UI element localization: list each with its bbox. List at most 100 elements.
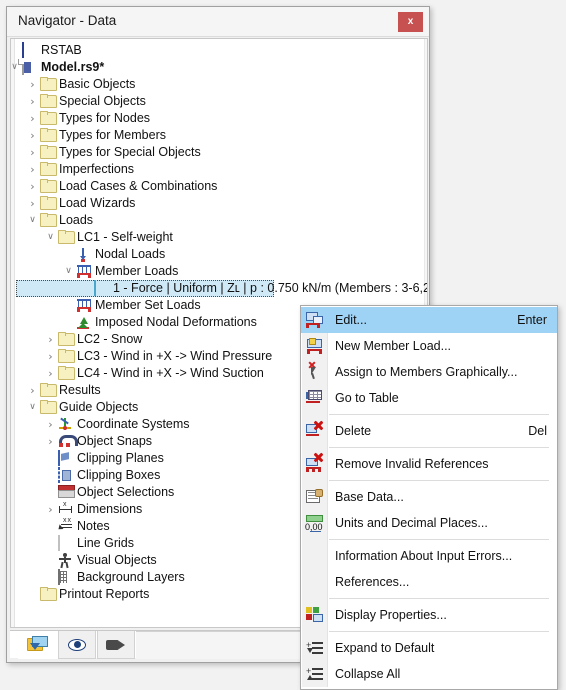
tree-item-label: LC3 - Wind in +X -> Wind Pressure: [77, 349, 273, 363]
menu-item-label: Assign to Members Graphically...: [335, 365, 518, 379]
go-to-table-icon: [305, 389, 324, 407]
menu-separator: [329, 598, 549, 599]
menu-item[interactable]: New Member Load...: [301, 333, 557, 359]
chevron-right-icon[interactable]: ›: [26, 382, 39, 399]
menu-item[interactable]: Display Properties...: [301, 602, 557, 628]
chevron-right-icon[interactable]: ›: [26, 93, 39, 110]
tree-item-label: Line Grids: [77, 536, 134, 550]
folder-icon: [40, 400, 56, 416]
tree-item[interactable]: › Types for Members: [16, 127, 423, 144]
tree-item-label: Nodal Loads: [95, 247, 166, 261]
tree-item-label: Guide Objects: [59, 400, 139, 414]
menu-item[interactable]: References...: [301, 569, 557, 595]
menu-item[interactable]: 0,00 Units and Decimal Places...: [301, 510, 557, 536]
tree-item[interactable]: › Basic Objects: [16, 76, 423, 93]
chevron-right-icon[interactable]: ›: [26, 161, 39, 178]
tree-item-label: Background Layers: [77, 570, 185, 584]
chevron-right-icon[interactable]: ›: [26, 110, 39, 127]
menu-item-label: Base Data...: [335, 490, 404, 504]
close-button[interactable]: x: [398, 12, 423, 32]
menu-separator: [329, 539, 549, 540]
tree-item[interactable]: › Types for Special Objects: [16, 144, 423, 161]
tree-item[interactable]: ∨ LC1 - Self-weight: [16, 229, 423, 246]
menu-item[interactable]: Base Data...: [301, 484, 557, 510]
tab-video[interactable]: [97, 631, 135, 659]
tree-item-label: Model.rs9*: [41, 60, 105, 74]
chevron-right-icon[interactable]: ›: [44, 416, 57, 433]
folder-icon: [40, 77, 56, 93]
tree-item-label: 1 - Force | Uniform | Zʟ | p : 0.750 kN/…: [113, 281, 428, 295]
tree-item[interactable]: › Types for Nodes: [16, 110, 423, 127]
folder-icon: [58, 366, 74, 382]
chevron-right-icon[interactable]: ›: [44, 348, 57, 365]
expand-to-default-icon: +: [305, 639, 324, 657]
chevron-right-icon[interactable]: ›: [26, 76, 39, 93]
menu-item-label: Remove Invalid References: [335, 457, 489, 471]
folder-icon: [40, 587, 56, 603]
menu-item-label: Edit...: [335, 313, 367, 327]
folder-icon: [40, 162, 56, 178]
tree-item-label: Clipping Boxes: [77, 468, 161, 482]
background-layer-icon: [58, 569, 74, 586]
tree-item-label: Notes: [77, 519, 110, 533]
menu-item[interactable]: Edit... Enter: [301, 307, 557, 333]
tree-item[interactable]: RSTAB: [16, 42, 423, 59]
chevron-right-icon[interactable]: ›: [44, 433, 57, 450]
menu-item[interactable]: Delete Del: [301, 418, 557, 444]
video-camera-icon: [106, 639, 126, 651]
tree-left-gutter: [11, 39, 15, 627]
object-snap-icon: [58, 434, 74, 450]
base-data-icon: [305, 488, 324, 506]
menu-separator: [329, 414, 549, 415]
folder-icon: [40, 111, 56, 127]
chevron-down-icon[interactable]: ∨: [62, 263, 75, 280]
menu-item[interactable]: + Expand to Default: [301, 635, 557, 661]
context-menu[interactable]: Edit... Enter New Member Load... Assign to …: [300, 305, 558, 690]
chevron-down-icon[interactable]: ∨: [26, 399, 39, 416]
tree-item[interactable]: Nodal Loads: [16, 246, 423, 263]
tree-item[interactable]: ∨ Loads: [16, 212, 423, 229]
chevron-down-icon[interactable]: ∨: [26, 212, 39, 229]
new-member-load-icon: [305, 337, 324, 355]
tab-data[interactable]: [18, 631, 58, 659]
tab-display[interactable]: [58, 631, 96, 659]
tree-item[interactable]: › Imperfections: [16, 161, 423, 178]
member-load-icon: [76, 264, 92, 280]
chevron-right-icon[interactable]: ›: [26, 144, 39, 161]
chevron-right-icon[interactable]: ›: [44, 365, 57, 382]
menu-item[interactable]: Remove Invalid References: [301, 451, 557, 477]
tree-item[interactable]: › Special Objects: [16, 93, 423, 110]
chevron-right-icon[interactable]: ›: [26, 127, 39, 144]
folder-icon: [40, 213, 56, 229]
menu-item-label: Units and Decimal Places...: [335, 516, 488, 530]
menu-item[interactable]: Go to Table: [301, 385, 557, 411]
tree-item[interactable]: ∨ Model.rs9*: [11, 59, 423, 76]
tree-item-label: Imperfections: [59, 162, 135, 176]
menu-item-label: Delete: [335, 424, 372, 438]
tree-item-label: LC1 - Self-weight: [77, 230, 173, 244]
chevron-right-icon[interactable]: ›: [44, 331, 57, 348]
tree-item[interactable]: › Load Wizards: [16, 195, 423, 212]
tree-item-label: Load Cases & Combinations: [59, 179, 218, 193]
menu-item[interactable]: Assign to Members Graphically...: [301, 359, 557, 385]
tree-item-label: Object Snaps: [77, 434, 153, 448]
context-menu-items[interactable]: Edit... Enter New Member Load... Assign to …: [301, 307, 557, 687]
clipping-box-icon: [58, 467, 74, 484]
chevron-right-icon[interactable]: ›: [26, 195, 39, 212]
chevron-down-icon[interactable]: ∨: [44, 229, 57, 246]
tree-item[interactable]: ∨ Member Loads: [16, 263, 423, 280]
chevron-right-icon[interactable]: ›: [26, 178, 39, 195]
tree-item-label: Imposed Nodal Deformations: [95, 315, 257, 329]
menu-separator: [329, 631, 549, 632]
menu-item[interactable]: + Collapse All: [301, 661, 557, 687]
menu-item-label: Collapse All: [335, 667, 401, 681]
eye-icon: [68, 638, 86, 651]
chevron-right-icon[interactable]: ›: [44, 501, 57, 518]
window-title-bar[interactable]: Navigator - Data x: [7, 7, 429, 37]
units-decimal-places-icon: 0,00: [305, 514, 324, 532]
menu-item[interactable]: Information About Input Errors...: [301, 543, 557, 569]
folder-icon: [40, 128, 56, 144]
menu-item-label: Expand to Default: [335, 641, 435, 655]
tree-item-selected[interactable]: 1 - Force | Uniform | Zʟ | p : 0.750 kN/…: [16, 280, 427, 297]
tree-item[interactable]: › Load Cases & Combinations: [16, 178, 423, 195]
